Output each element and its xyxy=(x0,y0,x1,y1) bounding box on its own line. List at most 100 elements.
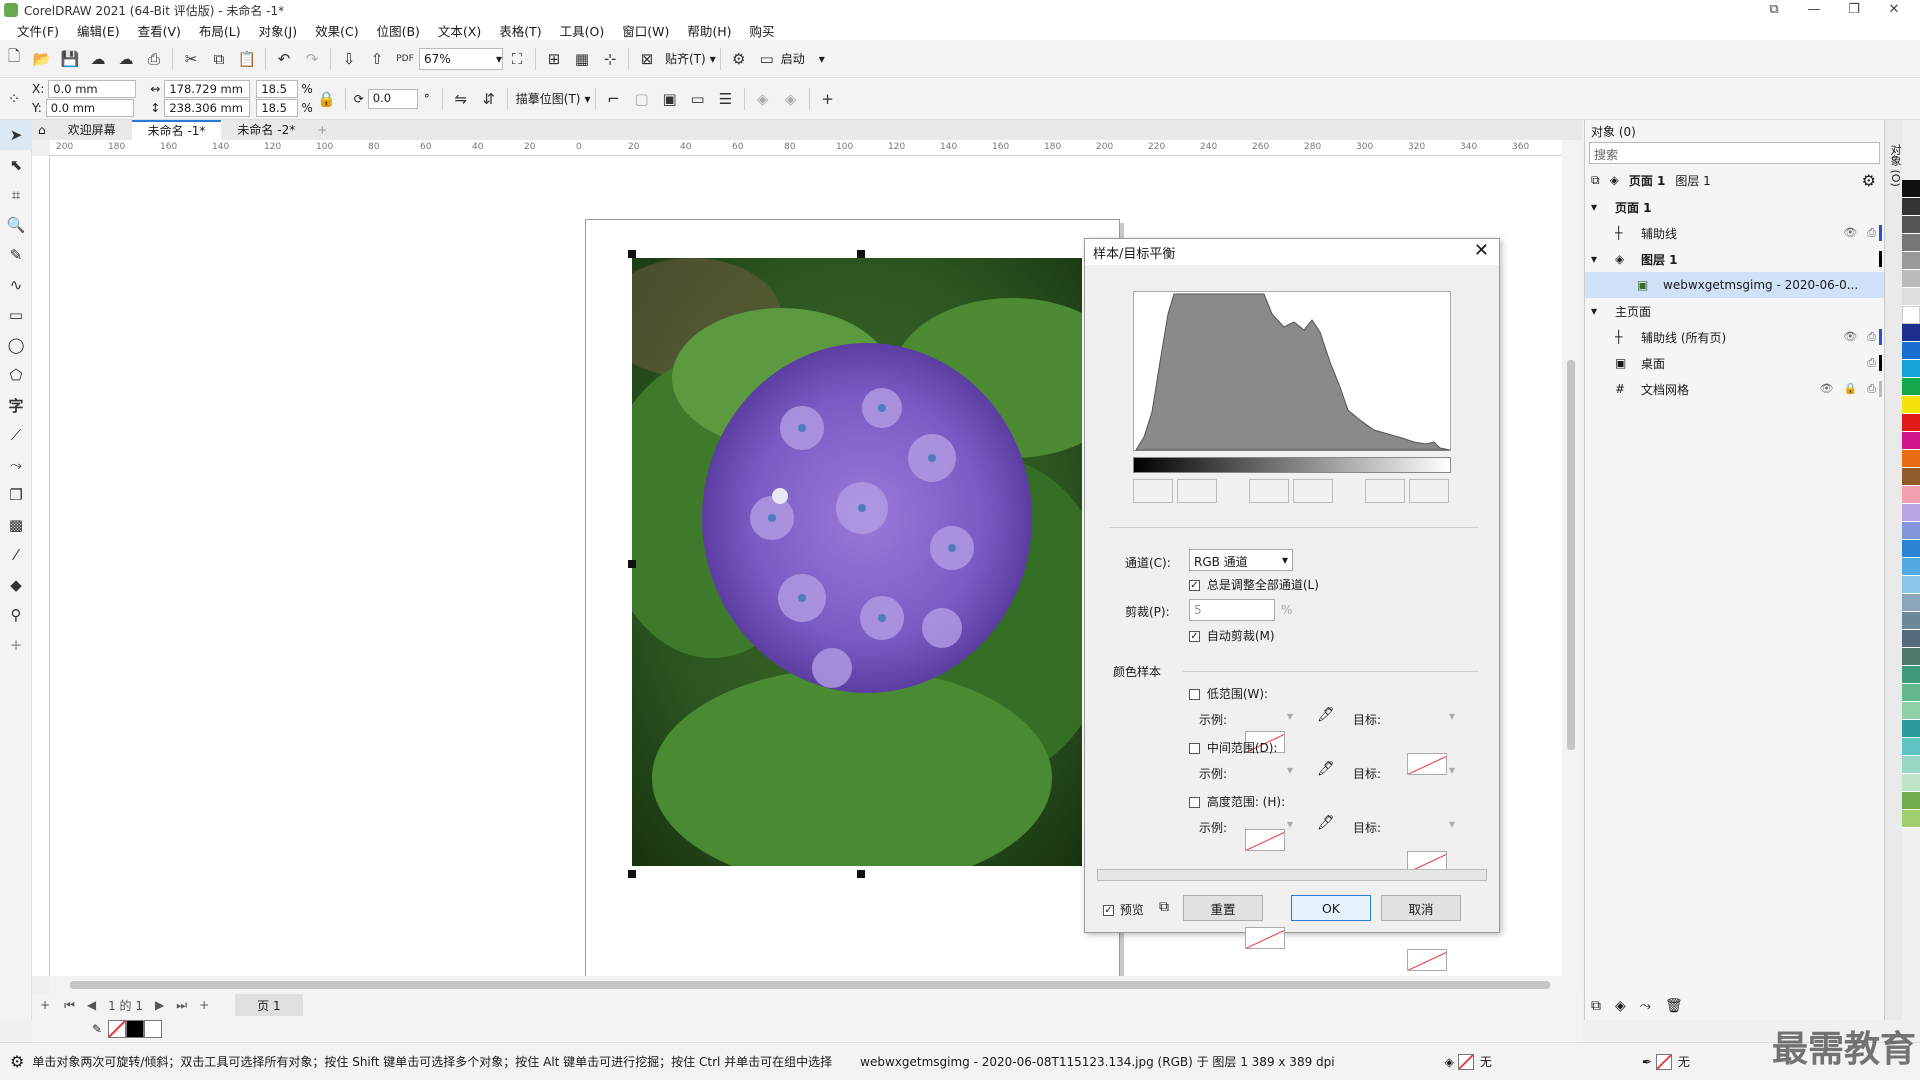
minimize-button[interactable]: — xyxy=(1794,0,1834,20)
menu-bitmaps[interactable]: 位图(B) xyxy=(368,21,429,40)
visibility-eye-icon[interactable]: 👁 xyxy=(1843,330,1857,344)
crop-tool-icon[interactable]: ⌗ xyxy=(0,180,32,210)
launch-icon[interactable]: ▭ xyxy=(753,47,781,71)
tab-untitled-1[interactable]: 未命名 -1* xyxy=(131,120,222,140)
options-gear-icon[interactable]: ⚙ xyxy=(725,47,753,71)
drop-shadow-icon[interactable]: ❐ xyxy=(0,480,32,510)
paste-icon[interactable]: 📋 xyxy=(233,47,261,71)
cut-icon[interactable]: ✂ xyxy=(177,47,205,71)
zoom-level-select[interactable]: 67% ▾ xyxy=(419,47,503,70)
chevron-down-icon[interactable]: ▾ xyxy=(1449,763,1455,777)
menu-layout[interactable]: 布局(L) xyxy=(190,21,250,40)
add-tool-icon[interactable]: + xyxy=(0,630,32,660)
pick-tool-icon[interactable]: ➤ xyxy=(0,120,32,150)
selection-handle-top-left[interactable] xyxy=(628,250,636,258)
menu-tools[interactable]: 工具(O) xyxy=(551,21,614,40)
new-master-layer-icon[interactable]: ◈ xyxy=(1615,998,1626,1014)
always-adjust-all-checkbox[interactable]: ✓ 总是调整全部通道(L) xyxy=(1189,576,1319,593)
cloud-download-icon[interactable]: ☁ xyxy=(84,47,112,71)
help-icon[interactable]: ⧉ xyxy=(1754,0,1794,20)
menu-view[interactable]: 查看(V) xyxy=(129,21,190,40)
tree-document-grid[interactable]: # 文档网格 👁 🔒 ⎙ xyxy=(1585,376,1884,402)
high-target-swatch[interactable] xyxy=(1407,949,1447,971)
export-icon[interactable]: ⇧ xyxy=(363,47,391,71)
tab-welcome[interactable]: 欢迎屏幕 xyxy=(52,120,132,140)
save-icon[interactable]: 💾 xyxy=(56,47,84,71)
split-preview-icon[interactable]: ⧉ xyxy=(1159,899,1169,915)
import-icon[interactable]: ⇩ xyxy=(335,47,363,71)
tree-bitmap-object[interactable]: ▣ webwxgetmsgimg - 2020-06-0... xyxy=(1585,272,1884,298)
next-page-icon[interactable]: ▶ xyxy=(155,998,164,1012)
mid-sample-swatch[interactable] xyxy=(1245,829,1285,851)
resample-icon[interactable]: ▣ xyxy=(656,87,684,111)
height-field[interactable]: 238.306 mm xyxy=(164,99,251,117)
trace-bitmap-dropdown[interactable]: 描摹位图(T) xyxy=(516,90,581,107)
docker-search-input[interactable]: 搜索 xyxy=(1589,142,1880,164)
print-icon[interactable]: ⎙ xyxy=(1867,382,1876,396)
menu-text[interactable]: 文本(X) xyxy=(429,21,490,40)
close-window-button[interactable]: ✕ xyxy=(1874,0,1914,20)
last-page-icon[interactable]: ⏭ xyxy=(176,998,187,1013)
shape-tool-icon[interactable]: ⬉ xyxy=(0,150,32,180)
first-page-icon[interactable]: ⏮ xyxy=(64,998,75,1013)
parallel-dimension-icon[interactable]: ⟋ xyxy=(0,420,32,450)
chevron-down-icon[interactable]: ▾ xyxy=(585,92,591,106)
tab-untitled-2[interactable]: 未命名 -2* xyxy=(221,120,311,140)
auto-clip-checkbox[interactable]: ✓ 自动剪裁(M) xyxy=(1189,627,1275,644)
clip-field[interactable]: 5 xyxy=(1189,599,1275,621)
no-color-swatch[interactable] xyxy=(108,1020,127,1038)
ok-button[interactable]: OK xyxy=(1291,895,1371,921)
scale-y-field[interactable]: 18.5 xyxy=(256,99,299,117)
redo-icon[interactable]: ↷ xyxy=(298,47,326,71)
add-page-icon[interactable]: + xyxy=(40,998,50,1012)
full-screen-icon[interactable]: ⛶ xyxy=(503,47,531,71)
prev-page-icon[interactable]: ◀ xyxy=(87,998,96,1012)
rotation-field[interactable]: 0.0 xyxy=(367,88,418,109)
to-back-icon[interactable]: ◈ xyxy=(777,87,805,111)
text-wrap-icon[interactable]: ☰ xyxy=(712,87,740,111)
eyedropper-tool-icon[interactable]: ⁄ xyxy=(0,540,32,570)
zoom-tool-icon[interactable]: 🔍 xyxy=(0,210,32,240)
tree-guides[interactable]: ┼ 辅助线 👁 ⎙ xyxy=(1585,220,1884,246)
menu-table[interactable]: 表格(T) xyxy=(490,21,550,40)
bitmap-image[interactable] xyxy=(632,258,1082,866)
smart-fill-icon[interactable]: ⚲ xyxy=(0,600,32,630)
horizontal-ruler[interactable]: 200 180 160 140 120 100 80 60 40 20 0 20 40 60 80 100 12… xyxy=(50,140,1580,156)
add-page-after-icon[interactable]: + xyxy=(199,998,209,1012)
launch-dropdown[interactable]: 启动 xyxy=(781,50,805,67)
white-swatch[interactable] xyxy=(144,1020,163,1038)
y-position-field[interactable]: 0.0 mm xyxy=(45,99,134,117)
tree-page-1[interactable]: ▾ 页面 1 xyxy=(1585,194,1884,220)
crop-bitmap-icon[interactable]: ⌐ xyxy=(600,87,628,111)
snap-off-icon[interactable]: ⊠ xyxy=(633,47,661,71)
chevron-down-icon[interactable]: ▾ xyxy=(1449,709,1455,723)
ellipse-tool-icon[interactable]: ◯ xyxy=(0,330,32,360)
new-tab-icon[interactable]: + xyxy=(311,120,333,140)
add-icon[interactable]: + xyxy=(814,87,842,111)
mid-range-checkbox[interactable]: 中间范围(D): xyxy=(1189,739,1277,756)
snap-to-dropdown[interactable]: 贴齐(T) xyxy=(665,50,706,67)
reset-button[interactable]: 重置 xyxy=(1183,895,1263,921)
horizontal-scrollbar[interactable] xyxy=(50,976,1580,994)
show-guidelines-icon[interactable]: ⊹ xyxy=(596,47,624,71)
transparency-tool-icon[interactable]: ▩ xyxy=(0,510,32,540)
eyedropper-icon[interactable]: 🖊 xyxy=(1317,761,1335,777)
edit-bitmap-icon[interactable]: ▢ xyxy=(628,87,656,111)
chevron-down-icon[interactable]: ▾ xyxy=(1287,817,1293,831)
copy-icon[interactable]: ⧉ xyxy=(205,47,233,71)
show-grid-icon[interactable]: ▦ xyxy=(568,47,596,71)
eyedropper-icon[interactable]: ✎ xyxy=(92,1022,102,1036)
maximize-button[interactable]: ❐ xyxy=(1834,0,1874,20)
artistic-media-icon[interactable]: ∿ xyxy=(0,270,32,300)
lock-ratio-icon[interactable]: 🔒 xyxy=(313,87,341,111)
view-mode-icon[interactable]: ⧉ xyxy=(1591,173,1600,188)
menu-help[interactable]: 帮助(H) xyxy=(678,21,740,40)
menu-effects[interactable]: 效果(C) xyxy=(306,21,367,40)
cancel-button[interactable]: 取消 xyxy=(1381,895,1461,921)
tree-desktop[interactable]: ▣ 桌面 ⎙ xyxy=(1585,350,1884,376)
tree-guides-all-pages[interactable]: ┼ 辅助线 (所有页) 👁 ⎙ xyxy=(1585,324,1884,350)
expand-arrow-icon[interactable]: ▾ xyxy=(1591,304,1615,318)
selection-handle-left[interactable] xyxy=(628,560,636,568)
print-icon[interactable]: ⎙ xyxy=(1867,330,1876,344)
lock-icon[interactable]: 🔒 xyxy=(1843,382,1857,396)
